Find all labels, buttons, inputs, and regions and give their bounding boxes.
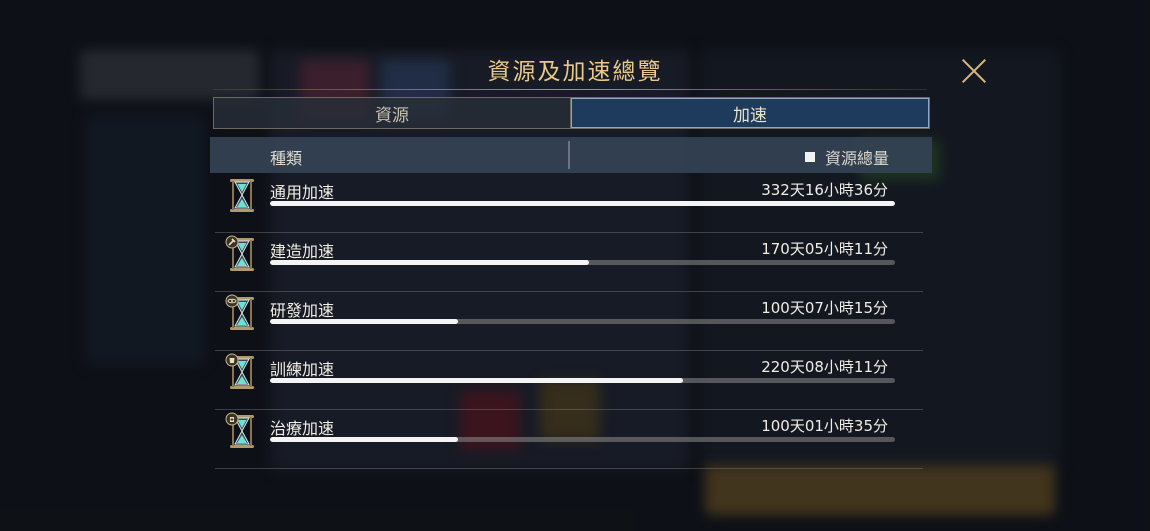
hourglass-icon [223, 470, 259, 473]
progress-bar [270, 260, 895, 265]
list-item: 訓練加速 220天08小時11分 [215, 350, 923, 410]
speedup-value: 332天16小時36分 [761, 181, 888, 199]
list-item: 建造加速 170天05小時11分 [215, 232, 923, 292]
speedup-value: 100天07小時15分 [761, 299, 888, 317]
total-toggle[interactable]: 資源總量 [804, 145, 889, 169]
checkbox-square-icon[interactable] [804, 152, 815, 162]
list-item: 通用加速 332天16小時36分 [215, 173, 923, 233]
speedup-name: 建造加速 [270, 242, 335, 261]
speedup-value: 170天05小時11分 [761, 240, 888, 258]
progress-fill [270, 319, 458, 324]
progress-fill [270, 437, 458, 442]
hourglass-healing-icon [223, 411, 259, 451]
speedup-name: 研發加速 [270, 301, 335, 320]
progress-bar [270, 378, 895, 383]
speedup-list[interactable]: 通用加速 332天16小時36分 建造加速 170天05小時11分 研發加速 1… [215, 173, 923, 473]
speedup-value: 220天08小時11分 [761, 358, 888, 376]
speedup-name: 訓練加速 [270, 360, 335, 379]
column-total-label: 資源總量 [824, 149, 889, 168]
hourglass-hammer-icon [223, 234, 259, 274]
progress-fill [270, 260, 589, 265]
close-x-icon[interactable] [960, 57, 988, 85]
progress-bar [270, 319, 895, 324]
hourglass-training-icon [223, 352, 259, 392]
tab-resources[interactable]: 資源 [214, 98, 571, 128]
progress-fill [270, 201, 895, 206]
speedup-name: 治療加速 [270, 419, 335, 438]
list-item-partial [215, 468, 923, 473]
header-divider [568, 141, 570, 169]
table-header: 種類 資源總量 [210, 137, 932, 173]
column-type-label: 種類 [270, 149, 303, 168]
progress-bar [270, 201, 895, 206]
hourglass-icon [223, 175, 259, 215]
speedup-value: 100天01小時35分 [761, 417, 888, 435]
list-item: 研發加速 100天07小時15分 [215, 291, 923, 351]
progress-bar [270, 437, 895, 442]
title-divider [213, 89, 927, 90]
tab-speedups[interactable]: 加速 [571, 98, 929, 128]
progress-fill [270, 378, 683, 383]
speedup-name: 通用加速 [270, 183, 335, 202]
hourglass-research-icon [223, 293, 259, 333]
tab-bar: 資源 加速 [213, 97, 930, 129]
list-item: 治療加速 100天01小時35分 [215, 409, 923, 469]
